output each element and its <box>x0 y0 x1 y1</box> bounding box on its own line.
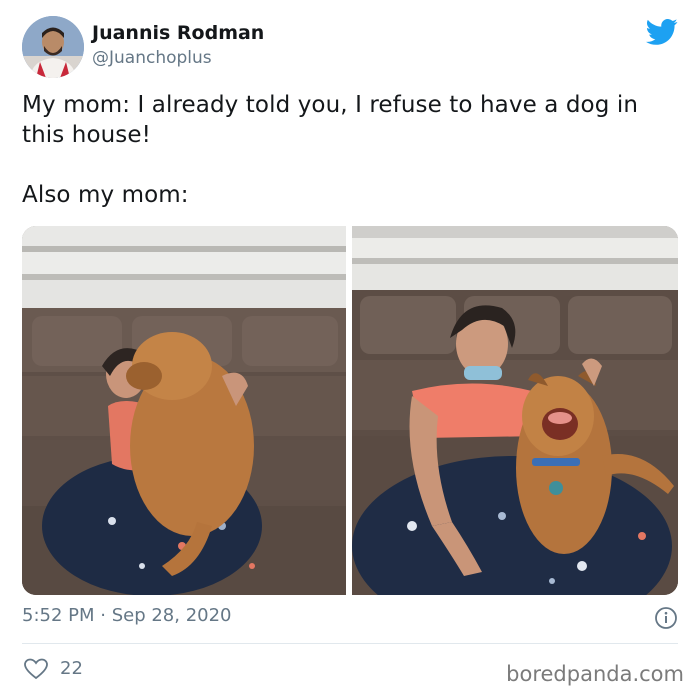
heart-icon[interactable] <box>24 658 48 680</box>
author-avatar[interactable] <box>22 16 84 78</box>
divider <box>22 643 678 644</box>
twitter-bird-icon[interactable] <box>646 18 678 46</box>
tweet-photo-left[interactable] <box>22 226 346 595</box>
like-count[interactable]: 22 <box>60 658 83 679</box>
info-icon[interactable] <box>654 606 678 630</box>
avatar-photo <box>22 16 84 78</box>
author-handle[interactable]: @Juanchoplus <box>92 48 212 68</box>
author-name[interactable]: Juannis Rodman <box>92 22 264 44</box>
tweet-text: My mom: I already told you, I refuse to … <box>22 90 682 210</box>
watermark: boredpanda.com <box>506 662 684 686</box>
tweet-text-line: My mom: I already told you, I refuse to … <box>22 92 638 148</box>
tweet-photo-right[interactable] <box>352 226 678 595</box>
tweet-timestamp[interactable]: 5:52 PM · Sep 28, 2020 <box>22 605 232 626</box>
tweet-text-line: Also my mom: <box>22 182 189 208</box>
